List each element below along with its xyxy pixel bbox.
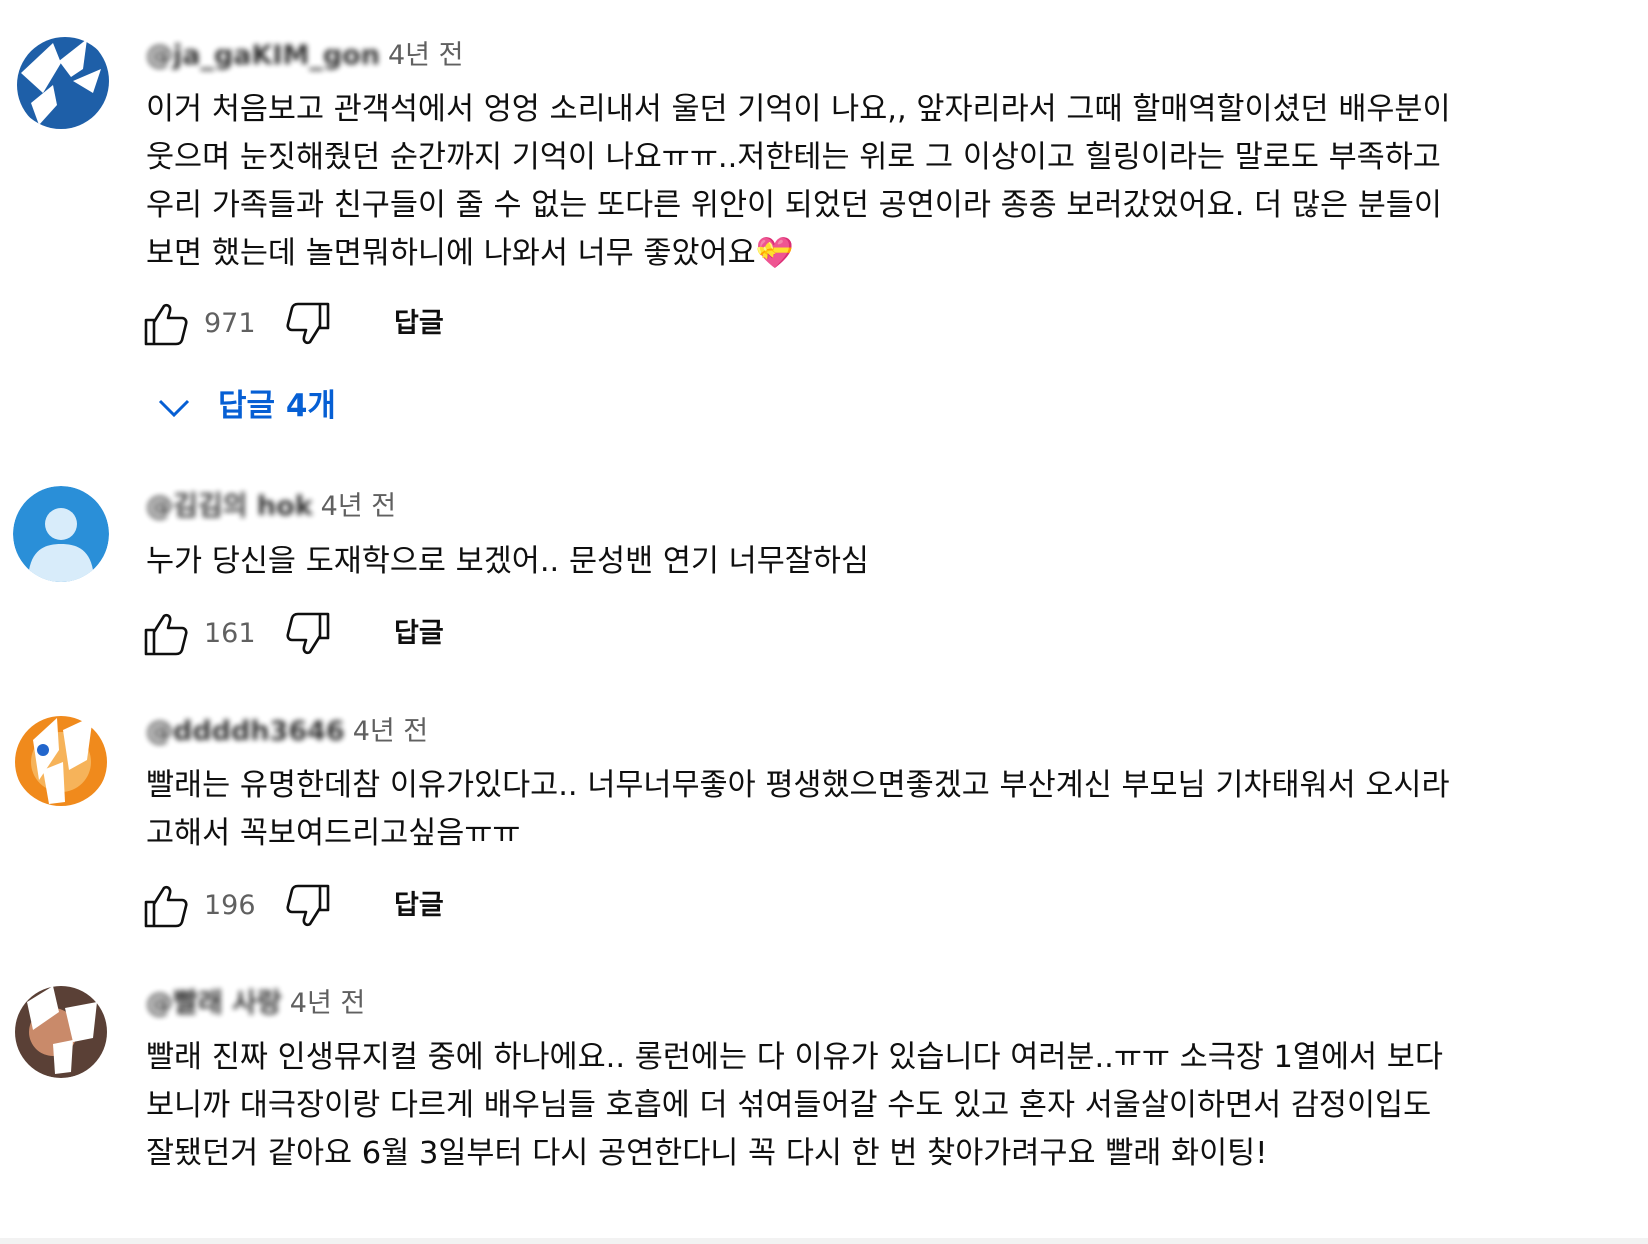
comment-actions: 161 답글 — [142, 610, 642, 658]
view-replies-button[interactable]: 답글 4개 — [150, 380, 370, 432]
avatar-image — [13, 33, 109, 129]
comment-actions: 196 답글 — [142, 882, 642, 930]
like-count: 971 — [204, 308, 256, 339]
comment-text: 이거 처음보고 관객석에서 엉엉 소리내서 울던 기억이 나요,, 앞자리라서 … — [146, 92, 1451, 271]
comment-actions: 971 답글 — [142, 300, 642, 348]
avatar[interactable] — [13, 486, 109, 582]
like-button[interactable] — [142, 610, 190, 658]
author-name[interactable]: @김김의 hok — [146, 491, 313, 522]
comment-text: 빨래는 유명한데참 이유가있다고.. 너무너무좋아 평생했으면좋겠고 부산계신 … — [146, 768, 1450, 851]
dislike-button[interactable] — [284, 300, 332, 348]
comment-meta: @ddddh3646 4년 전 — [146, 712, 428, 752]
thumb-down-outline-icon — [286, 612, 330, 655]
thumb-down-outline-icon — [286, 302, 330, 345]
avatar[interactable] — [13, 982, 109, 1078]
dislike-button[interactable] — [284, 882, 332, 930]
avatar-image — [13, 710, 109, 806]
default-avatar-icon — [13, 486, 109, 582]
comment-time[interactable]: 4년 전 — [321, 491, 396, 522]
avatar[interactable] — [13, 710, 109, 806]
comment-meta: @김김의 hok 4년 전 — [146, 487, 396, 527]
thumb-up-outline-icon — [144, 613, 188, 656]
avatar-image — [13, 982, 109, 1078]
dislike-button[interactable] — [284, 610, 332, 658]
reply-button[interactable]: 답글 — [394, 300, 444, 348]
thumb-up-outline-icon — [144, 885, 188, 928]
comment-text: 빨래 진짜 인생뮤지컬 중에 하나에요.. 롱런에는 다 이유가 있습니다 여러… — [146, 1040, 1443, 1171]
chevron-down-icon — [158, 399, 190, 418]
reply-button[interactable]: 답글 — [394, 882, 444, 930]
comment-text: 누가 당신을 도재학으로 보겠어.. 문성밴 연기 너무잘하심 — [146, 544, 869, 579]
thumb-up-outline-icon — [144, 303, 188, 346]
like-button[interactable] — [142, 882, 190, 930]
author-name[interactable]: @ja_gaKIM_gon — [146, 40, 380, 71]
author-name[interactable]: @빨래 사랑 — [146, 988, 282, 1019]
reply-button[interactable]: 답글 — [394, 610, 444, 658]
like-count: 161 — [204, 618, 256, 649]
comment-time[interactable]: 4년 전 — [388, 40, 463, 71]
comment-meta: @빨래 사랑 4년 전 — [146, 984, 365, 1024]
like-button[interactable] — [142, 300, 190, 348]
avatar[interactable] — [13, 33, 109, 129]
thumb-down-outline-icon — [286, 884, 330, 927]
comment-time[interactable]: 4년 전 — [353, 716, 428, 747]
comment-time[interactable]: 4년 전 — [290, 988, 365, 1019]
author-name[interactable]: @ddddh3646 — [146, 716, 345, 747]
comment-meta: @ja_gaKIM_gon 4년 전 — [146, 36, 463, 76]
view-replies-label: 답글 4개 — [218, 388, 336, 424]
like-count: 196 — [204, 890, 256, 921]
bottom-divider — [0, 1238, 1648, 1244]
